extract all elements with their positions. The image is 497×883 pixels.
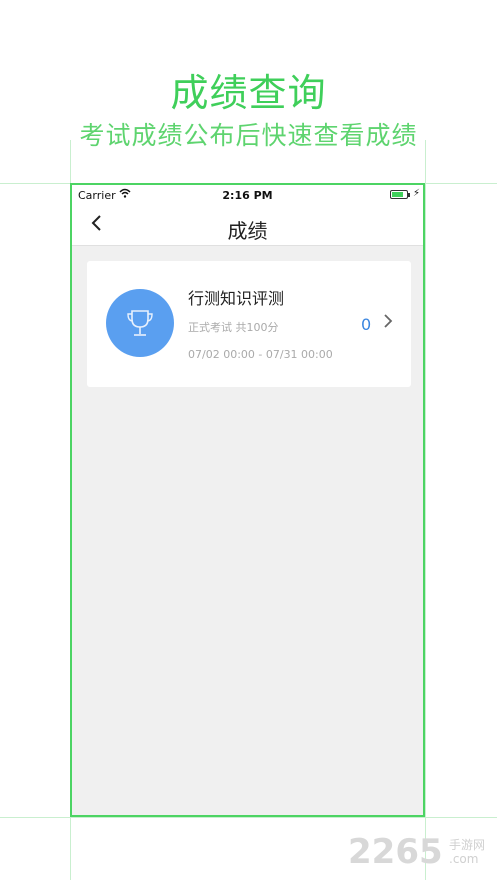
charging-icon: ⚡ — [413, 188, 421, 199]
exam-date-range: 07/02 00:00 - 07/31 00:00 — [188, 348, 333, 361]
status-bar: Carrier 2:16 PM ⚡ — [72, 185, 423, 207]
watermark-domain: .com — [449, 852, 479, 866]
status-time: 2:16 PM — [222, 189, 273, 202]
battery-icon — [390, 190, 408, 199]
promo-subtitle: 考试成绩公布后快速查看成绩 — [79, 121, 418, 150]
exam-title: 行测知识评测 — [188, 289, 285, 308]
promo-title: 成绩查询 — [170, 71, 327, 115]
page-title: 成绩 — [227, 219, 268, 243]
phone-screen: Carrier 2:16 PM ⚡ 成绩 行测知识评测 正式考试 共100分 0… — [70, 183, 425, 817]
trophy-icon — [106, 289, 174, 357]
exam-card[interactable]: 行测知识评测 正式考试 共100分 07/02 00:00 - 07/31 00… — [87, 261, 411, 387]
watermark-name: 手游网 — [449, 838, 486, 852]
watermark-number: 2265 — [348, 832, 443, 872]
exam-score: 0 — [361, 315, 372, 334]
chevron-right-icon — [383, 313, 393, 333]
exam-meta: 正式考试 共100分 — [188, 321, 279, 334]
guide-line-right — [425, 140, 426, 880]
guide-line-bottom — [0, 817, 497, 818]
battery-tip — [408, 193, 410, 197]
nav-bar: 成绩 — [72, 207, 423, 246]
